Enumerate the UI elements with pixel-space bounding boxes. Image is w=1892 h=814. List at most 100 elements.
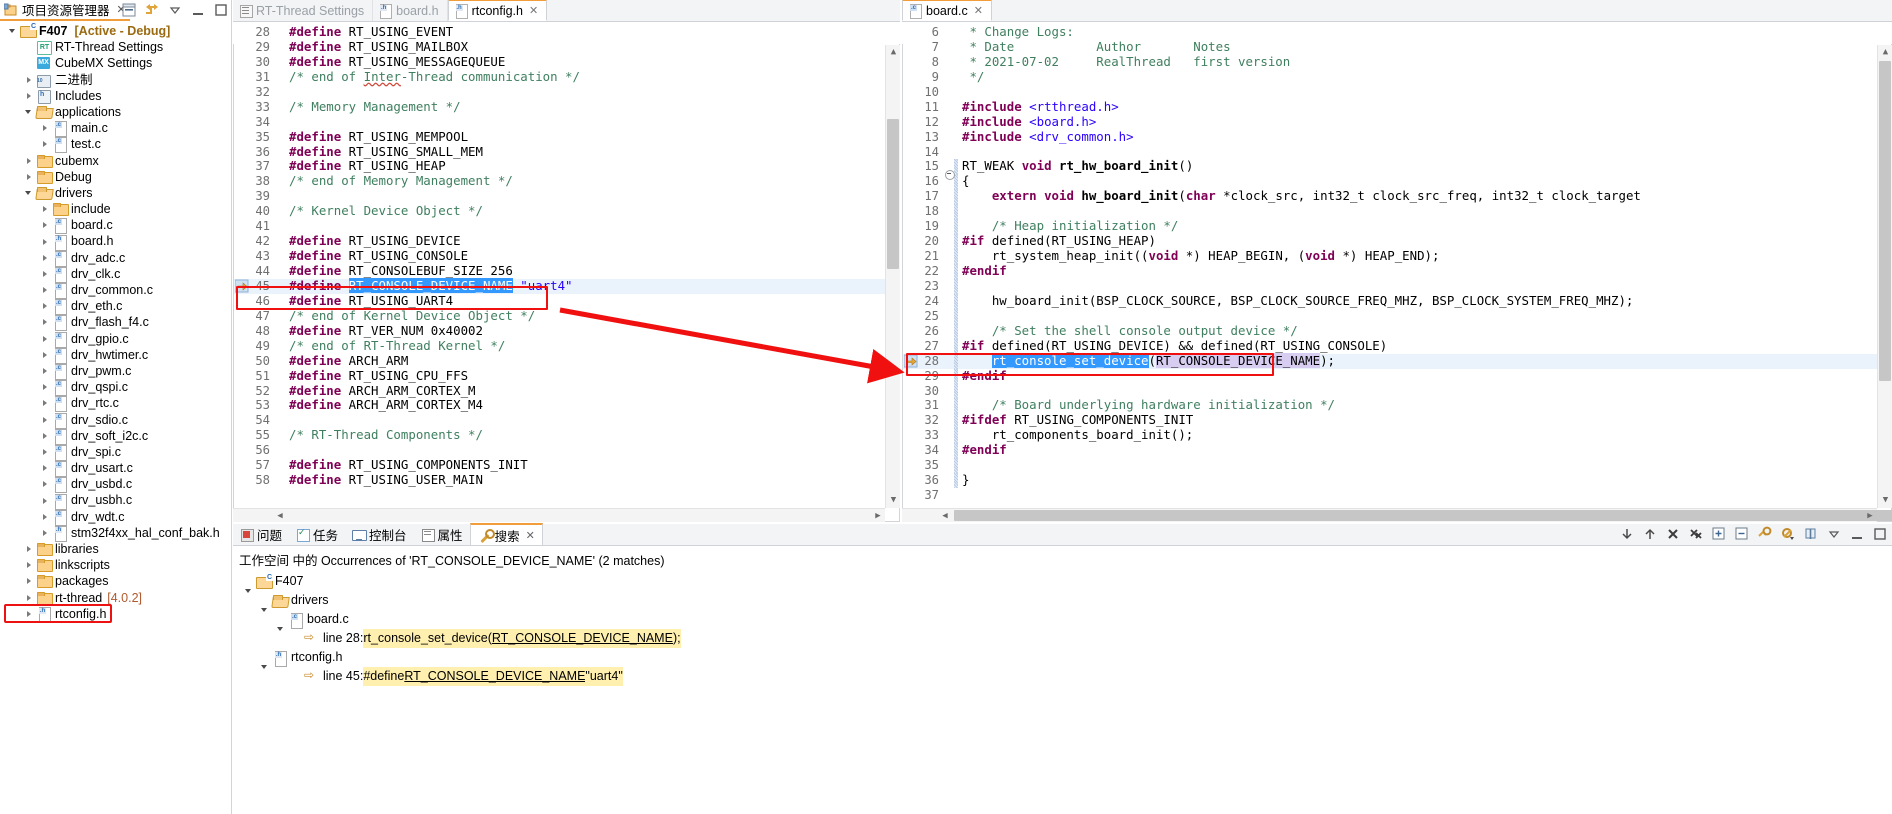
tree-item-board.c[interactable]: board.c (0, 217, 231, 235)
previous-match-icon[interactable] (1642, 526, 1658, 542)
code-line[interactable]: 36} (902, 472, 1892, 489)
chevron-right-icon[interactable] (40, 379, 52, 395)
bottom-tab-tasks[interactable]: 任务 (289, 524, 345, 545)
remove-all-matches-icon[interactable] (1688, 526, 1704, 542)
scroll-up-icon[interactable]: ▲ (886, 45, 900, 60)
chevron-right-icon[interactable] (40, 331, 52, 347)
code-line[interactable]: 29 #endif (902, 368, 1892, 384)
code-line[interactable]: 17 extern void hw_board_init(char *clock… (902, 188, 1892, 205)
chevron-down-icon[interactable] (8, 23, 20, 39)
code-line[interactable]: 28 #define RT_USING_EVENT (233, 24, 900, 40)
code-line[interactable]: 16 { (902, 173, 1892, 190)
code-line[interactable]: 37 #define RT_USING_HEAP (233, 158, 900, 174)
code-line[interactable]: 37 (902, 488, 1892, 503)
tree-item-drv_wdt.c[interactable]: drv_wdt.c (0, 509, 231, 526)
code-line[interactable]: 22 #endif (902, 263, 1892, 279)
editor-tab-board.c[interactable]: board.c ✕ (902, 0, 992, 21)
code-line[interactable]: 34 #endif (902, 442, 1892, 459)
code-line[interactable]: 30 #define RT_USING_MESSAGEQUEUE (233, 54, 900, 70)
bottom-tabbar[interactable]: 问题 任务 控制台 属性 搜索 ✕ (233, 523, 1892, 546)
tree-item-rt-thread-settings[interactable]: RT-Thread Settings (0, 39, 231, 56)
code-line[interactable]: 7 * Date Author Notes (902, 39, 1892, 55)
tree-item-drv_usart.c[interactable]: drv_usart.c (0, 460, 231, 478)
editor-left-vscrollbar[interactable]: ▲ ▼ (885, 45, 900, 508)
code-line[interactable]: 13 #include <drv_common.h> (902, 129, 1892, 145)
code-line[interactable]: 31 /* end of Inter-Thread communication *… (233, 69, 900, 85)
code-line[interactable]: 51 #define RT_USING_CPU_FFS (233, 368, 900, 384)
scroll-up-icon[interactable]: ▲ (1878, 45, 1892, 60)
view-menu-icon[interactable] (167, 2, 183, 18)
code-line[interactable]: 6 * Change Logs: (902, 24, 1892, 40)
tree-item-drv_hwtimer.c[interactable]: drv_hwtimer.c (0, 347, 231, 364)
tree-item-drv_rtc.c[interactable]: drv_rtc.c (0, 395, 231, 413)
chevron-right-icon[interactable] (40, 412, 52, 428)
code-line[interactable]: 31 /* Board underlying hardware initiali… (902, 397, 1892, 414)
chevron-right-icon[interactable] (40, 314, 52, 330)
link-with-editor-icon[interactable] (144, 2, 160, 18)
scroll-thumb[interactable] (887, 119, 899, 269)
tree-item-includes[interactable]: Includes (0, 88, 231, 104)
close-icon[interactable]: ✕ (526, 529, 535, 542)
chevron-right-icon[interactable] (24, 88, 36, 104)
code-line[interactable]: 45 #define RT_CONSOLE_DEVICE_NAME "uart4" (233, 277, 900, 294)
bottom-tab-properties[interactable]: 属性 (414, 524, 470, 545)
code-line[interactable]: 33 /* Memory Management */ (233, 99, 900, 115)
chevron-right-icon[interactable] (40, 298, 52, 314)
code-line[interactable]: 53 #define ARCH_ARM_CORTEX_M4 (233, 397, 900, 413)
code-line[interactable]: 28 rt_console_set_device(RT_CONSOLE_DEVI… (902, 352, 1892, 369)
tree-item-cubemx[interactable]: cubemx (0, 153, 231, 169)
chevron-right-icon[interactable] (24, 557, 36, 573)
editor-tab-rtconfig.h[interactable]: rtconfig.h ✕ (447, 0, 548, 21)
editor-left-tabbar[interactable]: RT-Thread Settings board.h rtconfig.h ✕ (233, 0, 900, 22)
code-line[interactable]: 52 #define ARCH_ARM_CORTEX_M (233, 383, 900, 399)
search-result-row[interactable]: rtconfig.h (237, 648, 1892, 669)
tree-item-main.c[interactable]: main.c (0, 120, 231, 138)
code-line[interactable]: 25 (902, 308, 1892, 324)
scroll-thumb[interactable] (1879, 61, 1891, 381)
chevron-right-icon[interactable] (24, 153, 36, 169)
code-line[interactable]: 18 (902, 204, 1892, 220)
code-line[interactable]: 35 (902, 458, 1892, 474)
tree-item-drv_pwm.c[interactable]: drv_pwm.c (0, 363, 231, 381)
tree-item-drv_soft_i2c.c[interactable]: drv_soft_i2c.c (0, 428, 231, 445)
run-current-search-icon[interactable] (1757, 526, 1773, 542)
code-line[interactable]: 41 (233, 219, 900, 234)
code-line[interactable]: 9 */ (902, 69, 1892, 85)
code-line[interactable]: 55 /* RT-Thread Components */ (233, 427, 900, 443)
scroll-right-icon[interactable]: ▶ (1863, 509, 1877, 522)
chevron-right-icon[interactable] (40, 525, 52, 541)
chevron-right-icon[interactable] (40, 363, 52, 379)
remove-selected-matches-icon[interactable] (1665, 526, 1681, 542)
minimize-icon[interactable] (1849, 526, 1865, 542)
bottom-tab-console[interactable]: 控制台 (345, 524, 414, 545)
code-line[interactable]: 11 #include <rtthread.h> (902, 99, 1892, 115)
code-line[interactable]: 47 /* end of Kernel Device Object */ (233, 308, 900, 324)
bottom-tab-search[interactable]: 搜索 ✕ (469, 523, 543, 545)
tree-item-drv_qspi.c[interactable]: drv_qspi.c (0, 379, 231, 397)
pin-search-icon[interactable] (1803, 526, 1819, 542)
editor-right-code[interactable]: 6 * Change Logs: 7 * Date Author Notes 8 *… (902, 22, 1892, 522)
chevron-right-icon[interactable] (24, 169, 36, 185)
tree-item-drv_usbd.c[interactable]: drv_usbd.c (0, 476, 231, 494)
code-line[interactable]: 8 * 2021-07-02 RealThread first version (902, 54, 1892, 70)
code-line[interactable]: 43 #define RT_USING_CONSOLE (233, 248, 900, 264)
code-line[interactable]: 20 #if defined(RT_USING_HEAP) (902, 233, 1892, 250)
hscroll-thumb[interactable] (954, 510, 1892, 521)
tree-item-drv_gpio.c[interactable]: drv_gpio.c (0, 331, 231, 348)
chevron-down-icon[interactable] (24, 185, 36, 201)
tree-item-drv_spi.c[interactable]: drv_spi.c (0, 444, 231, 461)
maximize-icon[interactable] (1872, 526, 1888, 542)
code-line[interactable]: 36 #define RT_USING_SMALL_MEM (233, 144, 900, 160)
chevron-right-icon[interactable] (40, 250, 52, 266)
code-line[interactable]: 32 #ifdef RT_USING_COMPONENTS_INIT (902, 412, 1892, 429)
chevron-right-icon[interactable] (40, 234, 52, 250)
code-line[interactable]: 44 #define RT_CONSOLEBUF_SIZE 256 (233, 263, 900, 279)
tree-item-stm32f4xx_hal_conf_bak.h[interactable]: stm32f4xx_hal_conf_bak.h (0, 525, 231, 542)
editor-tab-rt-thread-settings[interactable]: RT-Thread Settings (233, 0, 374, 21)
chevron-right-icon[interactable] (24, 72, 36, 88)
chevron-right-icon[interactable] (24, 590, 36, 606)
chevron-right-icon[interactable] (40, 120, 52, 136)
tree-item-include[interactable]: include (0, 201, 231, 217)
tree-item-drivers[interactable]: drivers (0, 185, 231, 201)
tree-item-drv_clk.c[interactable]: drv_clk.c (0, 266, 231, 283)
